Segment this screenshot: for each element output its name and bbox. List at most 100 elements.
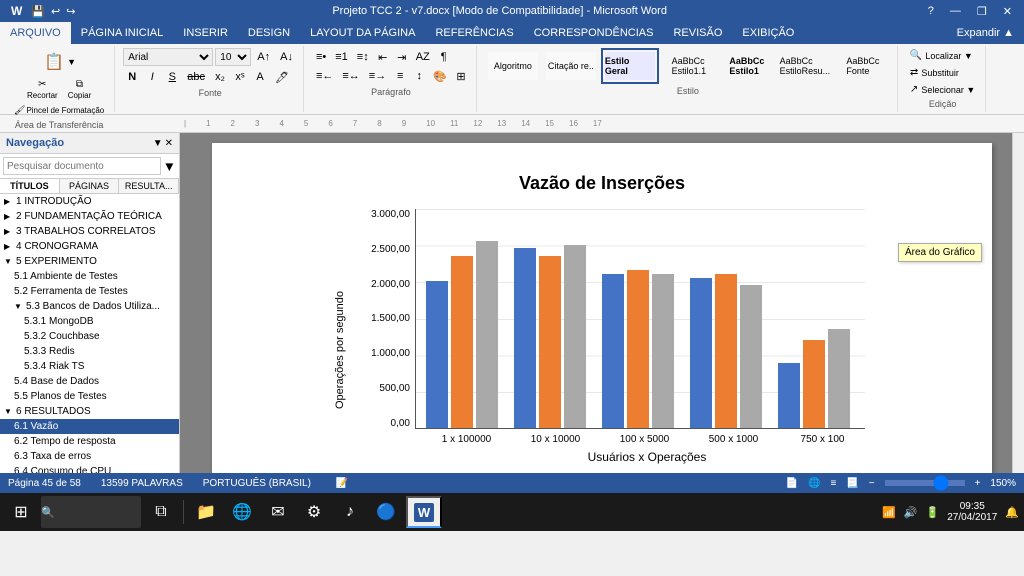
bar-2-0[interactable] [602,274,624,428]
tree-item-trabalhos[interactable]: ▶ 3 TRABALHOS CORRELATOS [0,224,179,239]
tab-pagina-inicial[interactable]: PÁGINA INICIAL [71,22,174,44]
tree-item-62[interactable]: 6.2 Tempo de resposta [0,434,179,449]
task-view-button[interactable]: ⧉ [145,496,177,528]
tab-design[interactable]: DESIGN [238,22,300,44]
nav-close-button[interactable]: ✕ [165,138,173,149]
taskbar-app-edge[interactable]: 🌐 [226,496,258,528]
notifications-icon[interactable]: 🔔 [1005,506,1019,519]
tree-item-531[interactable]: 5.3.1 MongoDB [0,314,179,329]
view-print[interactable]: 📄 [786,478,798,489]
tree-item-533[interactable]: 5.3.3 Redis [0,344,179,359]
nav-tab-resultados[interactable]: RESULTA... [119,179,179,193]
bar-4-0[interactable] [778,363,800,428]
tab-revisao[interactable]: REVISÃO [663,22,732,44]
start-button[interactable]: ⊞ [5,496,37,528]
chart-body[interactable]: Operações por segundo 3.000,00 2.500,00 … [330,209,874,473]
bar-4-1[interactable] [803,340,825,428]
tree-item-51[interactable]: 5.1 Ambiente de Testes [0,269,179,284]
bar-1-0[interactable] [514,248,536,428]
line-spacing-button[interactable]: ↕ [410,67,428,85]
numbering-button[interactable]: ≡1 [331,48,352,66]
bar-0-0[interactable] [426,281,448,428]
font-grow-button[interactable]: A↑ [253,48,274,66]
tab-arquivo[interactable]: ARQUIVO [0,22,71,44]
highlight-button[interactable]: 🖊 [271,68,293,86]
nav-tab-paginas[interactable]: PÁGINAS [60,179,120,193]
search-input[interactable] [3,157,161,175]
zoom-in-button[interactable]: + [975,478,981,489]
tree-item-54[interactable]: 5.4 Base de Dados [0,374,179,389]
style-resu[interactable]: AaBbCcEstiloResu... [777,49,833,83]
font-size-select[interactable]: 10 [215,48,251,66]
copiar-button[interactable]: ⧉ Copiar [64,77,96,102]
underline-button[interactable]: S [163,68,181,86]
taskbar-app-explorer[interactable]: 📁 [190,496,222,528]
view-outline[interactable]: ≡ [830,478,836,489]
substituir-button[interactable]: ⇄ Substituir [906,65,963,80]
selecionar-button[interactable]: ↗ Selecionar ▼ [906,82,979,97]
bold-button[interactable]: N [123,68,141,86]
strikethrough-button[interactable]: abc [183,68,209,86]
recortar-button[interactable]: ✂ Recortar [23,77,62,102]
style-fonte[interactable]: AaBbCcFonte [835,49,891,83]
tree-item-532[interactable]: 5.3.2 Couchbase [0,329,179,344]
nav-tab-titulos[interactable]: TÍTULOS [0,179,60,193]
view-web[interactable]: 🌐 [808,478,820,489]
tree-item-fund[interactable]: ▶ 2 FUNDAMENTAÇÃO TEÓRICA [0,209,179,224]
taskbar-app-spotify[interactable]: ♪ [334,496,366,528]
bar-1-2[interactable] [564,245,586,428]
tree-item-intro[interactable]: ▶ 1 INTRODUÇÃO [0,194,179,209]
help-button[interactable]: ? [924,5,938,18]
zoom-slider[interactable] [885,480,965,486]
style-algoritmo[interactable]: Algoritmo [485,49,541,83]
search-options-button[interactable]: ▼ [163,159,176,174]
bar-0-1[interactable] [451,256,473,428]
align-right-button[interactable]: ≡→ [365,67,390,85]
taskbar-app-word[interactable]: W [406,496,442,528]
view-draft[interactable]: 📃 [846,478,858,489]
taskbar-app-mail[interactable]: ✉ [262,496,294,528]
tab-layout[interactable]: LAYOUT DA PÁGINA [300,22,425,44]
show-formatting-button[interactable]: ¶ [435,48,453,66]
search-taskbar-button[interactable]: 🔍 [41,496,141,528]
increase-indent-button[interactable]: ⇥ [393,48,411,66]
bar-3-2[interactable] [740,285,762,428]
tree-item-63[interactable]: 6.3 Taxa de erros [0,449,179,464]
quick-access-save[interactable]: 💾 [31,5,45,18]
style-estilo1[interactable]: AaBbCcEstilo1 [719,49,775,83]
tab-referencias[interactable]: REFERÊNCIAS [425,22,523,44]
tab-correspondencias[interactable]: CORRESPONDÊNCIAS [524,22,664,44]
minimize-button[interactable]: — [946,5,965,18]
bullets-button[interactable]: ≡• [312,48,330,66]
bar-0-2[interactable] [476,241,498,428]
close-button[interactable]: ✕ [999,5,1016,18]
borders-button[interactable]: ⊞ [452,67,470,85]
justify-button[interactable]: ≡ [391,67,409,85]
tree-item-53[interactable]: ▼ 5.3 Bancos de Dados Utiliza... [0,299,179,314]
tree-item-experimento[interactable]: ▼ 5 EXPERIMENTO [0,254,179,269]
tree-item-61[interactable]: 6.1 Vazão [0,419,179,434]
style-estilo11[interactable]: AaBbCcEstilo1.1 [661,49,717,83]
quick-access-redo[interactable]: ↪ [66,5,75,18]
zoom-out-button[interactable]: − [869,478,875,489]
subscript-button[interactable]: x₂ [211,68,229,86]
scrollbar-vertical[interactable] [1012,133,1024,473]
tree-item-52[interactable]: 5.2 Ferramenta de Testes [0,284,179,299]
tree-item-55[interactable]: 5.5 Planos de Testes [0,389,179,404]
bar-1-1[interactable] [539,256,561,428]
quick-access-undo[interactable]: ↩ [51,5,60,18]
localizar-button[interactable]: 🔍 Localizar ▼ [906,48,977,63]
tree-item-534[interactable]: 5.3.4 Riak TS [0,359,179,374]
pincel-button[interactable]: 🖌 Pincel de Formatação [10,103,108,118]
decrease-indent-button[interactable]: ⇤ [374,48,392,66]
tree-item-cronograma[interactable]: ▶ 4 CRONOGRAMA [0,239,179,254]
text-color-button[interactable]: A [251,68,269,86]
superscript-button[interactable]: xˢ [231,68,249,86]
tab-expandir[interactable]: Expandir ▲ [947,22,1024,44]
align-center-button[interactable]: ≡↔ [338,67,363,85]
multilevel-button[interactable]: ≡↕ [353,48,373,66]
bar-3-1[interactable] [715,274,737,428]
font-name-select[interactable]: Arial [123,48,213,66]
sort-button[interactable]: AZ [412,48,434,66]
tab-inserir[interactable]: INSERIR [173,22,238,44]
